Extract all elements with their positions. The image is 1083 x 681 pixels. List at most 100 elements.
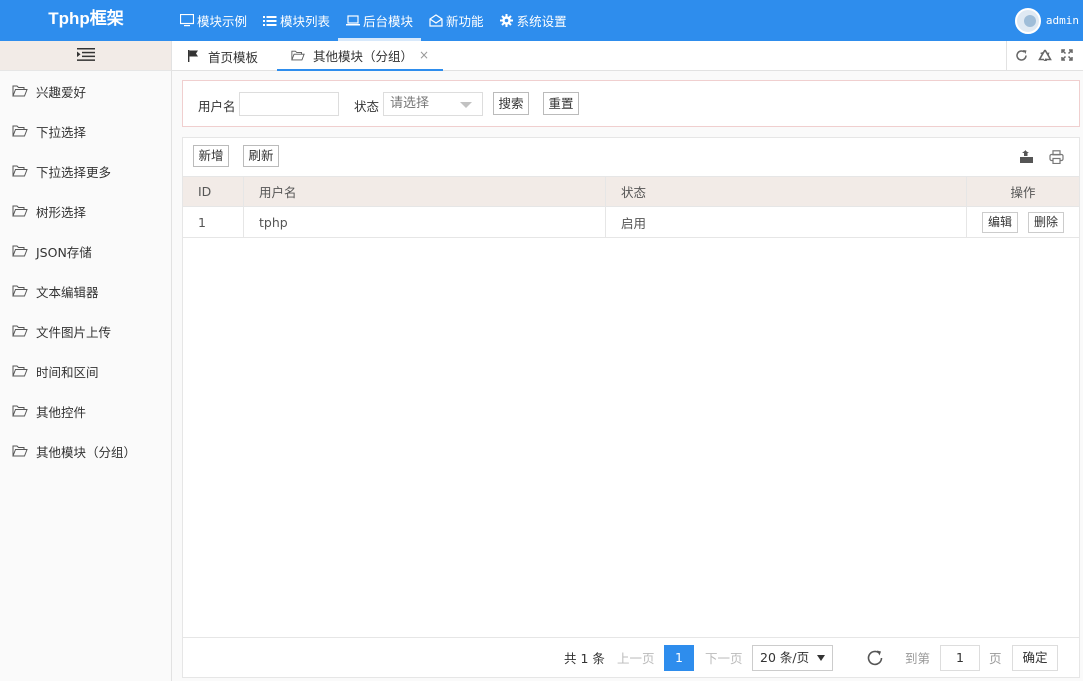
column-header-actions: 操作 [1010, 185, 1036, 200]
sidebar-item-other-modules-group[interactable]: 其他模块（分组） [0, 431, 171, 471]
sidebar-toggle[interactable] [0, 41, 171, 71]
folder-open-icon [291, 48, 305, 62]
goto-page-input[interactable]: 1 [940, 645, 980, 671]
sidebar-item-hobbies[interactable]: 兴趣爱好 [0, 71, 171, 111]
topnav-label: 模块列表 [280, 14, 331, 29]
topnav-label: 系统设置 [516, 14, 567, 29]
envelope-open-icon [429, 14, 443, 28]
monitor-icon [180, 14, 194, 28]
sidebar-item-label: 文件图片上传 [36, 324, 112, 340]
tab-label: 其他模块（分组） [313, 48, 414, 64]
print-icon[interactable] [1049, 150, 1065, 166]
reset-button[interactable]: 重置 [543, 92, 579, 115]
topnav-item-backend-modules[interactable]: 后台模块 [338, 0, 422, 41]
sidebar-item-text-editor[interactable]: 文本编辑器 [0, 271, 171, 311]
search-button[interactable]: 搜索 [493, 92, 529, 115]
tab-label: 首页模板 [208, 49, 259, 65]
tab-other-modules-group[interactable]: 其他模块（分组） × [277, 41, 444, 71]
goto-label: 到第 [905, 651, 931, 666]
refresh-button[interactable]: 刷新 [243, 145, 279, 167]
username-label: 用户名 [198, 99, 236, 114]
sidebar: 兴趣爱好 下拉选择 下拉选择更多 树形选择 JSON存储 文本编辑器 文件图片上… [0, 41, 172, 681]
menu-collapse-icon [76, 47, 95, 64]
gear-icon [500, 14, 514, 28]
sidebar-item-json-storage[interactable]: JSON存储 [0, 231, 171, 271]
tab-home-template[interactable]: 首页模板 [186, 41, 258, 71]
caret-down-icon [817, 655, 825, 661]
sidebar-item-label: 其他模块（分组） [36, 444, 137, 460]
sidebar-item-label: JSON存储 [36, 244, 92, 260]
flag-icon [186, 49, 200, 63]
username-input[interactable] [239, 92, 339, 116]
topnav-item-module-list[interactable]: 模块列表 [255, 0, 338, 41]
folder-open-icon [12, 365, 28, 377]
cell-status: 启用 [606, 207, 967, 237]
topnav-item-new-features[interactable]: 新功能 [421, 0, 492, 41]
top-nav: 模块示例 模块列表 后台模块 新功能 系统设置 [172, 0, 575, 41]
avatar[interactable] [1014, 7, 1041, 34]
folder-open-icon [12, 205, 28, 217]
page-size-select[interactable]: 20 条/页 [752, 645, 833, 671]
table-header: ID 用户名 状态 操作 [183, 176, 1079, 207]
tab-bar: 首页模板 其他模块（分组） × [172, 41, 1083, 71]
sidebar-item-label: 下拉选择 [36, 124, 87, 140]
list-icon [263, 14, 277, 28]
folder-open-icon [12, 85, 28, 97]
topnav-label: 模块示例 [197, 14, 248, 29]
column-header-status[interactable]: 状态 [606, 177, 967, 206]
folder-open-icon [12, 165, 28, 177]
user-menu[interactable]: admin [1014, 0, 1079, 41]
cell-username: tphp [244, 207, 606, 237]
page-button-current[interactable]: 1 [664, 645, 694, 671]
sidebar-item-label: 兴趣爱好 [36, 84, 87, 100]
chevron-down-icon [460, 102, 472, 108]
goto-confirm-button[interactable]: 确定 [1012, 645, 1058, 671]
pagination: 共 1 条 上一页 1 下一页 20 条/页 到第 1 页 确定 [183, 637, 1079, 677]
refresh-icon[interactable] [1015, 49, 1029, 63]
topnav-label: 新功能 [446, 14, 484, 29]
refresh-icon[interactable] [866, 649, 884, 667]
sidebar-item-label: 时间和区间 [36, 364, 99, 380]
folder-open-icon [12, 405, 28, 417]
sidebar-item-tree-select[interactable]: 树形选择 [0, 191, 171, 231]
status-select[interactable]: 请选择 [383, 92, 483, 116]
cell-id: 1 [183, 207, 244, 237]
column-header-id[interactable]: ID [183, 177, 244, 206]
add-button[interactable]: 新增 [193, 145, 229, 167]
next-page-button[interactable]: 下一页 [705, 646, 743, 672]
table-row[interactable]: 1 tphp 启用 编辑 删除 [183, 207, 1079, 238]
edit-button[interactable]: 编辑 [982, 212, 1018, 233]
sidebar-item-label: 下拉选择更多 [36, 164, 112, 180]
export-icon[interactable] [1019, 150, 1035, 166]
topnav-item-system-settings[interactable]: 系统设置 [492, 0, 575, 41]
prev-page-button[interactable]: 上一页 [617, 646, 655, 672]
pagination-total: 共 1 条 [564, 651, 605, 666]
username[interactable]: admin [1046, 14, 1079, 27]
sidebar-item-dropdown[interactable]: 下拉选择 [0, 111, 171, 151]
sidebar-item-dropdown-more[interactable]: 下拉选择更多 [0, 151, 171, 191]
sidebar-item-other-controls[interactable]: 其他控件 [0, 391, 171, 431]
topnav-label: 后台模块 [363, 14, 414, 29]
folder-open-icon [12, 125, 28, 137]
sidebar-item-time-range[interactable]: 时间和区间 [0, 351, 171, 391]
sidebar-item-label: 文本编辑器 [36, 284, 99, 300]
close-icon[interactable]: × [419, 48, 429, 62]
sidebar-item-label: 树形选择 [36, 204, 87, 220]
app-logo[interactable]: Tphp框架 [0, 0, 172, 41]
folder-open-icon [12, 245, 28, 257]
delete-button[interactable]: 删除 [1028, 212, 1064, 233]
page-size-value: 20 条/页 [760, 650, 810, 665]
top-bar: Tphp框架 模块示例 模块列表 后台模块 新功能 系统设置 admin [0, 0, 1083, 41]
tab-tools [1006, 41, 1083, 71]
column-header-username[interactable]: 用户名 [244, 177, 606, 206]
topnav-item-module-examples[interactable]: 模块示例 [172, 0, 255, 41]
folder-open-icon [12, 325, 28, 337]
data-table-panel: 新增 刷新 ID 用户名 状态 操作 1 tphp 启用 编辑 删除 共 1 条… [182, 137, 1080, 678]
search-form: 用户名 状态 请选择 搜索 重置 [182, 80, 1080, 127]
sidebar-item-file-upload[interactable]: 文件图片上传 [0, 311, 171, 351]
page-unit-label: 页 [989, 651, 1002, 666]
status-placeholder: 请选择 [390, 96, 430, 111]
recycle-icon[interactable] [1038, 49, 1052, 63]
fullscreen-icon[interactable] [1060, 49, 1075, 63]
laptop-icon [346, 14, 361, 28]
